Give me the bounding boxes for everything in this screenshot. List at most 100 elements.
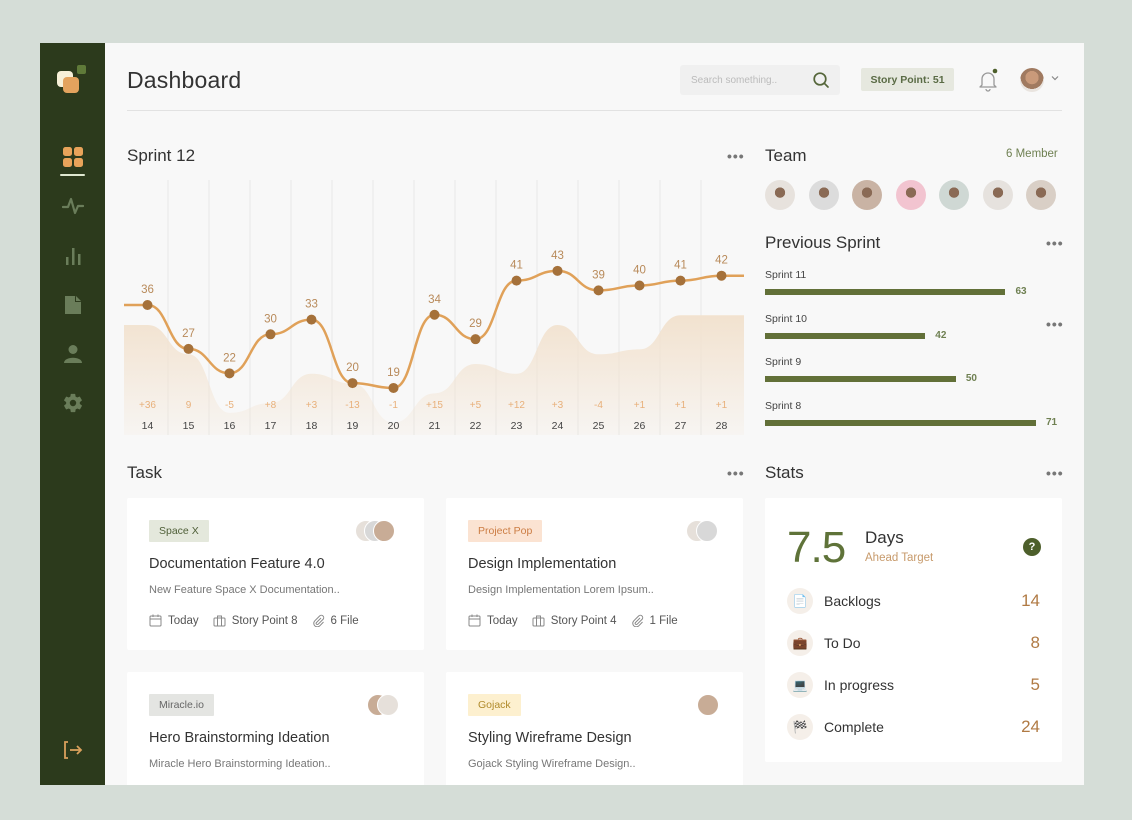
x-tick-label: 21 (429, 420, 441, 432)
previous-sprint-more-button-2[interactable]: ••• (1046, 317, 1064, 331)
ahead-target-caption: Ahead Target (865, 552, 934, 564)
data-point (224, 368, 235, 379)
sidebar-item-documents[interactable] (40, 288, 105, 322)
story-point-badge: Story Point: 51 (861, 68, 954, 91)
story-point: Story Point 4 (550, 614, 617, 627)
help-icon[interactable]: ? (1023, 538, 1041, 556)
data-label: 20 (346, 362, 359, 374)
delta-label: +8 (265, 400, 277, 411)
delta-label: +5 (470, 400, 482, 411)
sidebar-item-settings[interactable] (40, 386, 105, 420)
search-input[interactable] (691, 74, 801, 86)
data-label: 29 (469, 318, 482, 330)
delta-label: +3 (552, 400, 564, 411)
stat-label: Backlogs (824, 593, 881, 609)
x-tick-label: 26 (634, 420, 646, 432)
sidebar-item-dashboard[interactable] (40, 140, 105, 174)
data-label: 34 (428, 294, 441, 306)
grid-icon (62, 147, 83, 167)
data-label: 40 (633, 264, 646, 276)
due-date: Today (487, 614, 518, 627)
task-meta: Today Story Point 4 1 File (468, 614, 678, 627)
logout-button[interactable] (40, 733, 105, 767)
sidebar-item-profile[interactable] (40, 337, 105, 371)
sprint-more-button[interactable]: ••• (727, 149, 745, 163)
avatar (697, 694, 719, 716)
x-tick-label: 27 (675, 420, 687, 432)
search-box[interactable] (680, 65, 840, 95)
team-member-avatar[interactable] (982, 180, 1013, 210)
sidebar (40, 43, 105, 785)
delta-label: +3 (306, 400, 318, 411)
delta-label: +1 (634, 400, 646, 411)
due-date: Today (168, 614, 199, 627)
task-card[interactable]: Space X Documentation Feature 4.0 New Fe… (127, 498, 424, 650)
sprint-label: Sprint 9 (765, 356, 802, 368)
user-avatar[interactable] (1020, 68, 1044, 92)
stat-label: To Do (824, 635, 861, 651)
app-logo[interactable] (57, 64, 87, 96)
sprint-title: Sprint 12 (127, 146, 196, 165)
delta-label: 9 (186, 400, 192, 411)
briefcase-icon: 💼 (787, 630, 813, 656)
project-tag: Space X (149, 520, 209, 542)
paperclip-icon (312, 614, 324, 627)
data-point (675, 275, 686, 286)
stat-row-todo[interactable]: 💼 To Do 8 (787, 630, 1040, 658)
data-point (265, 329, 276, 340)
avatar (696, 520, 718, 542)
search-icon[interactable] (812, 71, 830, 89)
data-label: 41 (510, 260, 523, 272)
team-member-avatar[interactable] (765, 180, 795, 210)
task-title-text: Hero Brainstorming Ideation (149, 730, 330, 746)
background-area (124, 315, 744, 435)
avatar (377, 694, 399, 716)
delta-label: +1 (716, 400, 728, 411)
data-label: 43 (551, 250, 564, 262)
data-point (142, 300, 153, 310)
task-card[interactable]: Project Pop Design Implementation Design… (446, 498, 743, 650)
x-tick-label: 23 (511, 420, 523, 432)
file-count: 6 File (330, 614, 359, 627)
stat-row-in-progress[interactable]: 💻 In progress 5 (787, 672, 1040, 700)
task-card[interactable]: Miracle.io Hero Brainstorming Ideation M… (127, 672, 424, 785)
data-label: 27 (182, 328, 195, 340)
team-member-avatar[interactable] (852, 180, 882, 210)
delta-label: -13 (345, 400, 360, 411)
previous-sprint-more-button[interactable]: ••• (1046, 236, 1064, 250)
task-description: Design Implementation Lorem Ipsum.. (468, 584, 654, 596)
delta-label: -4 (594, 400, 603, 411)
task-card[interactable]: Gojack Styling Wireframe Design Gojack S… (446, 672, 743, 785)
team-member-avatar[interactable] (808, 180, 839, 210)
task-description: New Feature Space X Documentation.. (149, 584, 340, 596)
data-point (388, 382, 399, 393)
data-point (470, 334, 481, 345)
delta-label: +12 (508, 400, 525, 411)
data-point (593, 285, 604, 296)
x-tick-label: 15 (183, 420, 195, 432)
calendar-icon (149, 614, 162, 627)
days-ahead-value: 7.5 (787, 523, 846, 572)
chevron-down-icon[interactable] (1049, 72, 1061, 84)
stats-title: Stats (765, 463, 804, 482)
task-more-button[interactable]: ••• (727, 466, 745, 480)
stats-more-button[interactable]: ••• (1046, 466, 1064, 480)
stat-value: 14 (1021, 591, 1040, 610)
team-member-avatar[interactable] (1026, 180, 1056, 210)
team-member-avatar[interactable] (939, 180, 969, 210)
stat-value: 5 (1030, 675, 1040, 694)
stat-row-backlogs[interactable]: 📄 Backlogs 14 (787, 588, 1040, 616)
sidebar-item-analytics[interactable] (40, 239, 105, 273)
stats-card: 7.5 Days Ahead Target ? 📄 Backlogs 14 💼 … (765, 498, 1062, 762)
stat-row-complete[interactable]: 🏁 Complete 24 (787, 714, 1040, 742)
sidebar-item-activity[interactable] (40, 189, 105, 223)
user-icon (63, 345, 82, 363)
notification-bell-icon[interactable] (977, 68, 999, 92)
sprint-label: Sprint 8 (765, 399, 802, 412)
app-window: Dashboard Story Point: 51 Sprint 12 ••• … (40, 43, 1084, 785)
team-member-avatar[interactable] (895, 180, 926, 210)
task-description: Miracle Hero Brainstorming Ideation.. (149, 758, 331, 770)
task-title: Task (127, 463, 162, 482)
logout-icon (63, 741, 82, 759)
briefcase-icon (532, 615, 545, 627)
